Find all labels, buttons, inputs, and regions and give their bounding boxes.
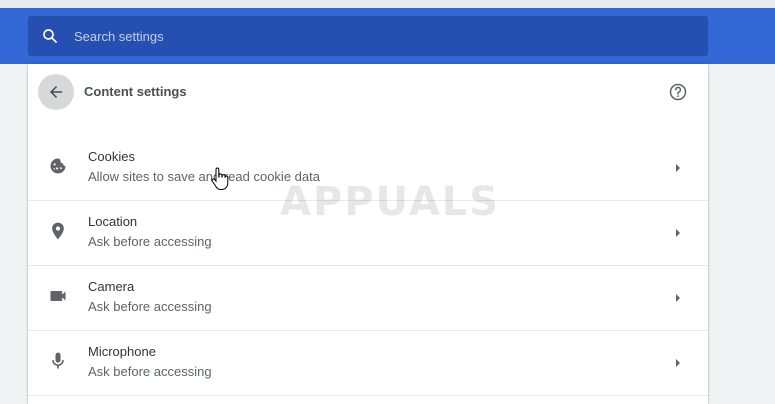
chevron-right-icon	[672, 355, 684, 371]
camera-subtitle: Ask before accessing	[88, 299, 212, 314]
back-button[interactable]	[38, 74, 74, 110]
chevron-right-icon	[672, 160, 684, 176]
search-bar[interactable]	[28, 16, 708, 56]
content-settings-card: Content settings Cookies Allow sites to …	[28, 64, 708, 404]
cookies-subtitle: Allow sites to save and read cookie data	[88, 169, 320, 184]
microphone-subtitle: Ask before accessing	[88, 364, 212, 379]
arrow-back-icon	[47, 83, 65, 101]
microphone-title: Microphone	[88, 344, 156, 359]
search-icon[interactable]	[40, 26, 60, 46]
location-pin-icon	[48, 221, 68, 241]
camera-row[interactable]: Camera Ask before accessing	[28, 266, 708, 331]
microphone-icon	[48, 351, 68, 371]
chevron-right-icon	[672, 225, 684, 241]
location-subtitle: Ask before accessing	[88, 234, 212, 249]
location-row[interactable]: Location Ask before accessing	[28, 201, 708, 266]
window-top-strip	[0, 0, 775, 8]
cookies-row[interactable]: Cookies Allow sites to save and read coo…	[28, 136, 708, 201]
card-header: Content settings	[28, 64, 708, 120]
content-settings-list: Cookies Allow sites to save and read coo…	[28, 136, 708, 396]
settings-header	[0, 8, 775, 64]
location-title: Location	[88, 214, 138, 229]
help-icon	[668, 82, 688, 102]
microphone-row[interactable]: Microphone Ask before accessing	[28, 331, 708, 396]
help-button[interactable]	[666, 80, 690, 104]
camera-icon	[48, 286, 68, 306]
page-title: Content settings	[84, 84, 187, 99]
camera-title: Camera	[88, 279, 135, 294]
cookies-title: Cookies	[88, 149, 135, 164]
cookie-icon	[48, 156, 68, 176]
chevron-right-icon	[672, 290, 684, 306]
search-input[interactable]	[74, 21, 674, 51]
